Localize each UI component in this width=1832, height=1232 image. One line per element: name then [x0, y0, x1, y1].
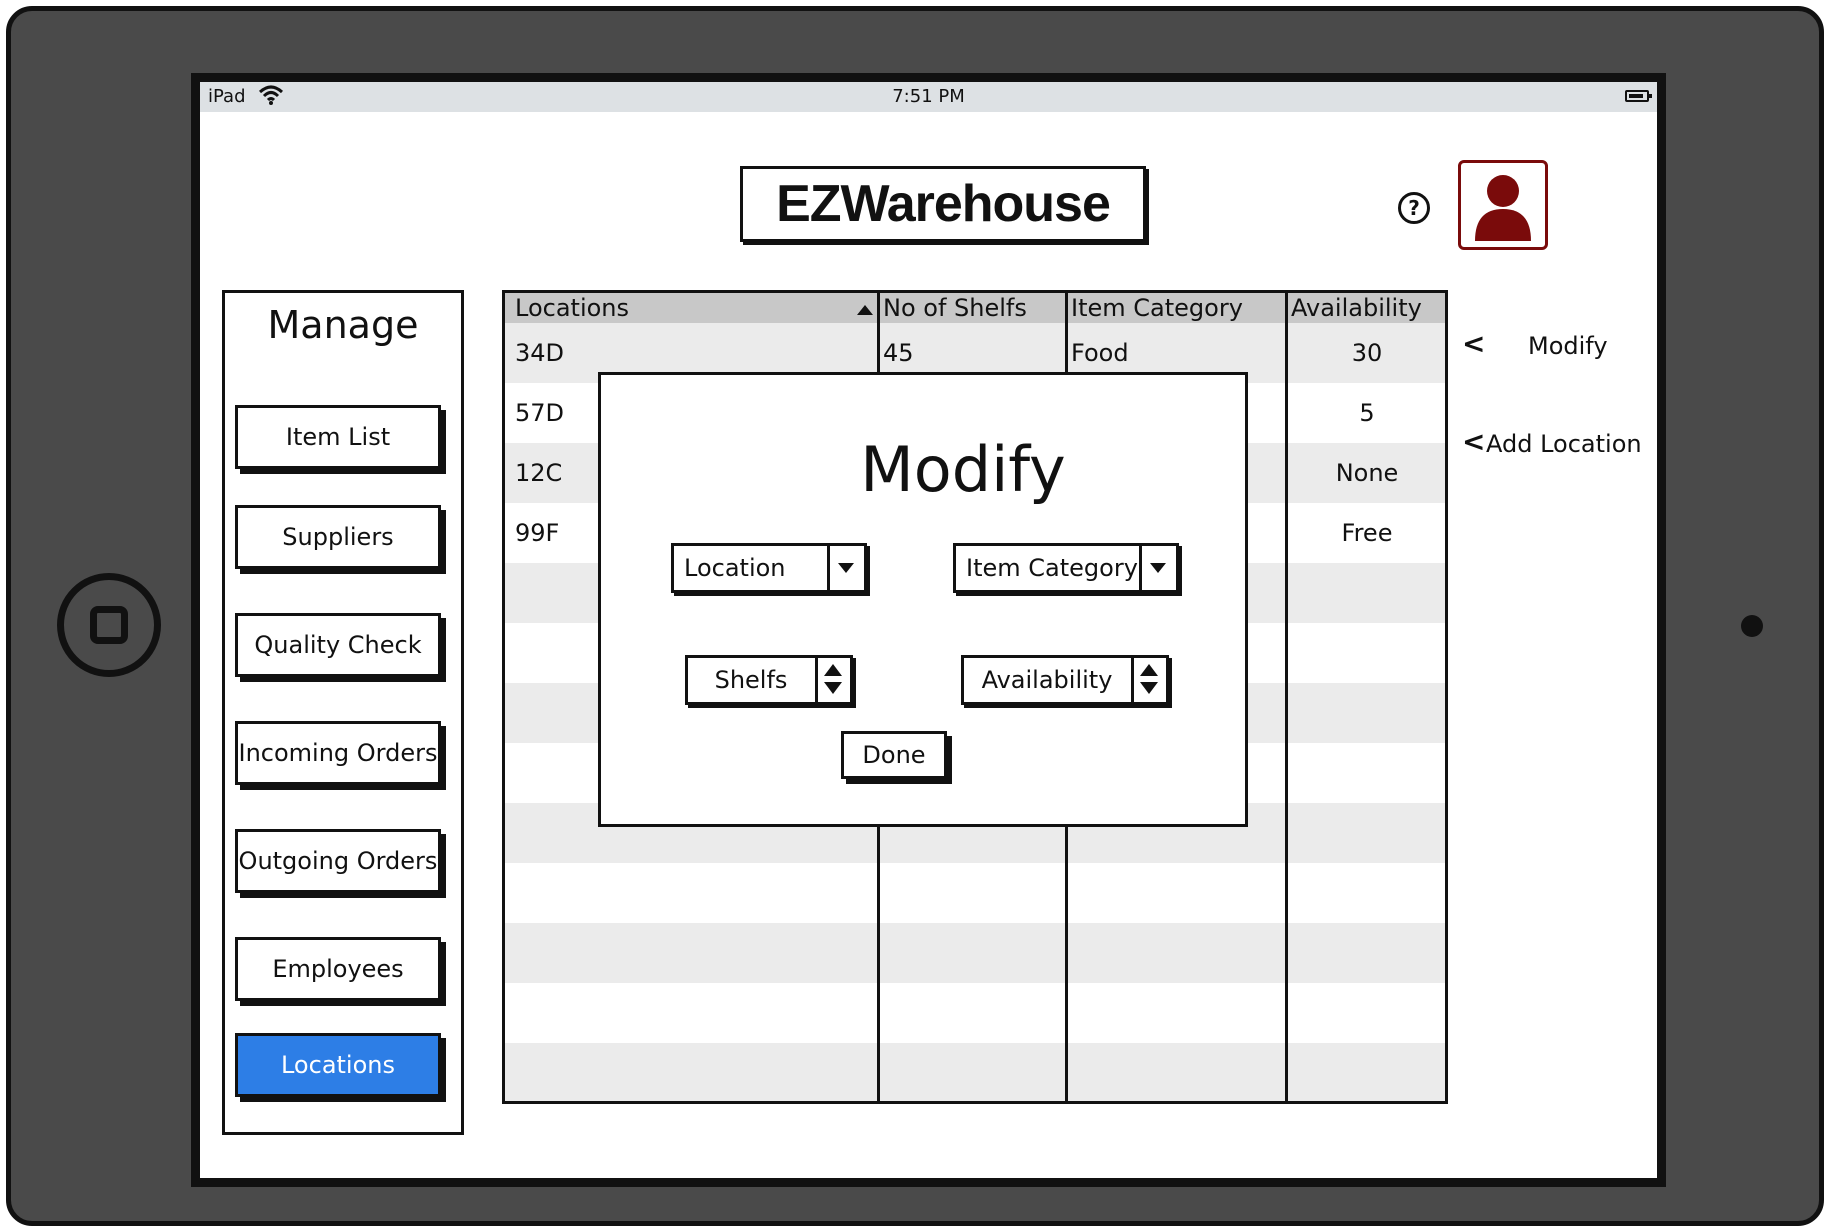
modify-link[interactable]: Modify	[1528, 332, 1608, 360]
user-icon	[1475, 175, 1531, 241]
help-icon[interactable]: ?	[1398, 192, 1430, 224]
home-button-icon	[90, 606, 128, 644]
location-select-label: Location	[684, 554, 786, 582]
stepper-arrows-icon[interactable]	[1131, 658, 1166, 702]
screen: iPad 7:51 PM EZWarehouse ? Manage Item L…	[191, 73, 1666, 1187]
cell-availability: 30	[1351, 339, 1383, 367]
nav-suppliers[interactable]: Suppliers	[235, 505, 441, 569]
availability-stepper-label: Availability	[981, 666, 1113, 694]
cell-location: 34D	[515, 339, 565, 367]
modify-dialog: Modify Location Item Category Shelfs Ava…	[598, 372, 1248, 827]
location-select[interactable]: Location	[671, 543, 867, 593]
manage-panel: Manage Item List Suppliers Quality Check…	[222, 290, 464, 1135]
stepper-arrows-icon[interactable]	[815, 658, 850, 702]
cell-location: 99F	[515, 519, 560, 547]
battery-icon	[1625, 90, 1652, 102]
column-header-item-category[interactable]: Item Category	[1071, 293, 1243, 323]
dialog-title: Modify	[860, 433, 1066, 506]
status-bar: iPad 7:51 PM	[200, 82, 1657, 112]
cell-location: 12C	[515, 459, 563, 487]
cell-availability: None	[1335, 459, 1399, 487]
cell-location: 57D	[515, 399, 565, 427]
chevron-left-icon[interactable]: <	[1462, 428, 1485, 456]
column-header-availability[interactable]: Availability	[1291, 293, 1422, 323]
manage-title: Manage	[267, 303, 419, 347]
nav-locations[interactable]: Locations	[235, 1033, 441, 1097]
table-row	[505, 863, 1445, 923]
nav-item-list[interactable]: Item List	[235, 405, 441, 469]
nav-employees[interactable]: Employees	[235, 937, 441, 1001]
ipad-frame: iPad 7:51 PM EZWarehouse ? Manage Item L…	[6, 6, 1824, 1226]
table-row	[505, 923, 1445, 983]
camera-dot	[1741, 615, 1763, 637]
column-header-locations[interactable]: Locations	[515, 293, 629, 323]
clock: 7:51 PM	[892, 86, 965, 107]
add-location-link[interactable]: Add Location	[1486, 430, 1642, 458]
app-logo: EZWarehouse	[740, 166, 1146, 242]
sort-ascending-icon[interactable]	[857, 305, 873, 315]
user-avatar-button[interactable]	[1458, 160, 1548, 250]
chevron-down-icon[interactable]	[827, 546, 864, 590]
shelfs-stepper[interactable]: Shelfs	[685, 655, 853, 705]
table-row	[505, 1043, 1445, 1101]
availability-stepper[interactable]: Availability	[961, 655, 1169, 705]
nav-outgoing-orders[interactable]: Outgoing Orders	[235, 829, 441, 893]
nav-quality-check[interactable]: Quality Check	[235, 613, 441, 677]
column-header-shelfs[interactable]: No of Shelfs	[883, 293, 1027, 323]
cell-availability: 5	[1359, 399, 1375, 427]
chevron-down-icon[interactable]	[1139, 546, 1176, 590]
shelfs-stepper-label: Shelfs	[714, 666, 788, 694]
cell-availability: Free	[1341, 519, 1393, 547]
home-button[interactable]	[57, 573, 161, 677]
item-category-select-label: Item Category	[966, 554, 1138, 582]
item-category-select[interactable]: Item Category	[953, 543, 1179, 593]
nav-incoming-orders[interactable]: Incoming Orders	[235, 721, 441, 785]
done-button[interactable]: Done	[841, 731, 947, 779]
table-row	[505, 983, 1445, 1043]
chevron-left-icon[interactable]: <	[1462, 330, 1485, 358]
